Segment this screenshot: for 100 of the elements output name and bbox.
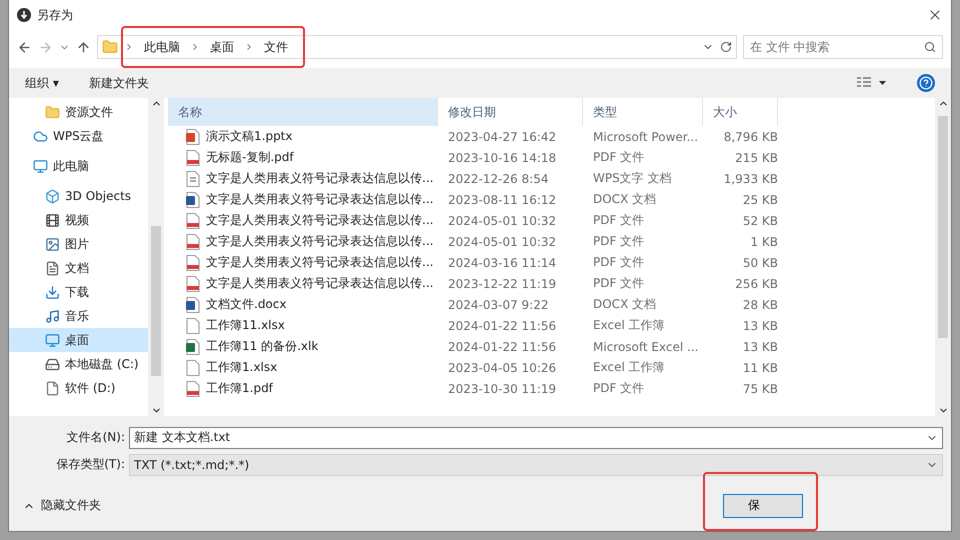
filename-field[interactable]: 新建 文本文档.txt: [129, 426, 943, 448]
document-file-icon: [186, 128, 200, 144]
date-cell-text: 2024-05-01 10:32: [447, 234, 558, 248]
type-cell-text: Excel 工作簿: [592, 317, 666, 334]
sidebar-item[interactable]: 桌面: [9, 328, 148, 352]
refresh-icon[interactable]: [720, 41, 732, 53]
pdf-file-icon: [186, 150, 200, 166]
pdf-file-icon: [186, 234, 200, 250]
type-cell-text: DOCX 文档: [592, 296, 658, 313]
save-button[interactable]: 保: [723, 494, 803, 518]
file-row[interactable]: 工作簿1.xlsx 2023-04-05 10:26 Excel 工作簿 11 KB: [168, 357, 935, 378]
sidebar-item[interactable]: 资源文件: [9, 100, 148, 124]
file-row[interactable]: 文字是人类用表义符号记录表达信息以传... 2024-05-01 10:32 PDF 文件 52 KB: [168, 210, 935, 231]
column-header[interactable]: 名称: [168, 98, 438, 126]
sidebar-item[interactable]: 音乐: [9, 304, 148, 328]
sidebar-item[interactable]: 本地磁盘 (C:): [9, 352, 148, 376]
size-cell-text: 1 KB: [749, 234, 778, 248]
pdf-file-icon: [186, 254, 200, 270]
date-cell-text: 2023-08-11 16:12: [447, 192, 558, 206]
app-icon: [17, 8, 31, 22]
type-cell-text: DOCX 文档: [592, 191, 658, 208]
file-icon: [45, 380, 60, 396]
document-file-icon: [186, 170, 200, 186]
date-cell-text: 2022-12-26 8:54: [447, 172, 550, 186]
folder-icon: [45, 104, 60, 120]
type-cell-text: PDF 文件: [592, 275, 646, 292]
pdf-file-icon: [186, 276, 200, 292]
file-name: 无标题-复制.pdf: [206, 149, 294, 166]
search-field[interactable]: 在 文件 中搜索: [743, 35, 943, 59]
sidebar-item[interactable]: 3D Objects: [9, 184, 148, 208]
file-row[interactable]: 无标题-复制.pdf 2023-10-16 14:18 PDF 文件 215 KB: [168, 147, 935, 168]
file-row[interactable]: 文档文件.docx 2024-03-07 9:22 DOCX 文档 28 KB: [168, 294, 935, 315]
size-cell-text: 215 KB: [734, 150, 778, 164]
file-name: 工作簿11 的备份.xlk: [206, 338, 318, 355]
file-name: 文字是人类用表义符号记录表达信息以传...: [206, 170, 434, 187]
address-bar[interactable]: 此电脑 桌面 文件: [97, 35, 737, 59]
cloud-icon: [33, 128, 48, 144]
film-icon: [45, 212, 60, 228]
sidebar-item[interactable]: 此电脑: [9, 154, 148, 178]
filetype-dropdown[interactable]: TXT (*.txt;*.md;*.*): [129, 454, 943, 476]
date-cell-text: 2024-03-16 11:14: [447, 256, 558, 270]
breadcrumb[interactable]: 此电脑: [140, 38, 184, 56]
type-cell-text: PDF 文件: [592, 254, 646, 271]
document-file-icon: [186, 338, 200, 354]
date-cell-text: 2024-01-22 11:56: [447, 318, 558, 332]
type-cell-text: PDF 文件: [592, 212, 646, 229]
sidebar-item[interactable]: 视频: [9, 208, 148, 232]
help-icon[interactable]: [917, 74, 935, 92]
file-name: 演示文稿1.pptx: [206, 128, 292, 145]
file-row[interactable]: 工作簿11 的备份.xlk 2024-01-22 11:56 Microsoft Excel ... 13 KB: [168, 336, 935, 357]
file-name: 文字是人类用表义符号记录表达信息以传...: [206, 212, 434, 229]
file-name: 文字是人类用表义符号记录表达信息以传...: [206, 233, 434, 250]
size-cell-text: 1,933 KB: [722, 172, 778, 186]
monitor-icon: [33, 158, 48, 174]
folder-icon: [102, 39, 118, 55]
sidebar-item[interactable]: WPS云盘: [9, 124, 148, 148]
up-icon[interactable]: [76, 40, 91, 54]
new-folder-button[interactable]: 新建文件夹: [88, 74, 149, 92]
sidebar-item[interactable]: 软件 (D:): [9, 376, 148, 400]
hide-folders-button[interactable]: 隐藏文件夹: [23, 497, 101, 514]
date-cell-text: 2023-04-05 10:26: [447, 360, 558, 374]
file-row[interactable]: 文字是人类用表义符号记录表达信息以传... 2023-08-11 16:12 DOCX 文档 25 KB: [168, 189, 935, 210]
date-cell-text: 2023-12-22 11:19: [447, 276, 558, 290]
file-row[interactable]: 工作簿1.pdf 2023-10-30 11:19 PDF 文件 75 KB: [168, 378, 935, 399]
size-cell-text: 28 KB: [742, 298, 778, 312]
music-note-icon: [45, 308, 60, 324]
breadcrumb[interactable]: 文件: [260, 38, 292, 56]
file-row[interactable]: 文字是人类用表义符号记录表达信息以传... 2024-05-01 10:32 PDF 文件 1 KB: [168, 231, 935, 252]
filetype-label: 保存类型(T):: [55, 456, 126, 473]
window-title: 另存为: [37, 6, 74, 24]
view-options-icon[interactable]: [857, 77, 887, 89]
size-cell-text: 256 KB: [734, 276, 778, 290]
size-cell-text: 13 KB: [742, 340, 778, 354]
size-cell-text: 75 KB: [742, 382, 778, 396]
breadcrumb[interactable]: 桌面: [206, 38, 238, 56]
organize-button[interactable]: 组织 ▾: [25, 74, 59, 92]
sidebar-item[interactable]: 文档: [9, 256, 148, 280]
filename-label: 文件名(N):: [66, 429, 126, 446]
type-cell-text: PDF 文件: [592, 149, 646, 166]
document-file-icon: [186, 192, 200, 208]
document-icon: [45, 260, 60, 276]
type-cell-text: Microsoft Power...: [592, 130, 700, 144]
file-row[interactable]: 文字是人类用表义符号记录表达信息以传... 2022-12-26 8:54 WPS文字 文档 1,933 KB: [168, 168, 935, 189]
search-icon[interactable]: [924, 41, 936, 53]
cube-icon: [45, 188, 60, 204]
type-cell-text: Excel 工作簿: [592, 359, 666, 376]
file-row[interactable]: 文字是人类用表义符号记录表达信息以传... 2023-12-22 11:19 PDF 文件 256 KB: [168, 273, 935, 294]
sidebar-item[interactable]: 图片: [9, 232, 148, 256]
sidebar-item[interactable]: 下载: [9, 280, 148, 304]
size-cell-text: 13 KB: [742, 318, 778, 332]
image-icon: [45, 236, 60, 252]
file-name: 文字是人类用表义符号记录表达信息以传...: [206, 191, 434, 208]
back-icon[interactable]: [17, 40, 32, 54]
file-name: 工作簿1.xlsx: [206, 359, 278, 376]
file-row[interactable]: 演示文稿1.pptx 2023-04-27 16:42 Microsoft Power... 8,796 KB: [168, 126, 935, 147]
type-cell-text: PDF 文件: [592, 233, 646, 250]
file-row[interactable]: 文字是人类用表义符号记录表达信息以传... 2024-03-16 11:14 PDF 文件 50 KB: [168, 252, 935, 273]
size-cell-text: 8,796 KB: [722, 130, 778, 144]
type-cell-text: WPS文字 文档: [592, 170, 673, 187]
file-row[interactable]: 工作簿11.xlsx 2024-01-22 11:56 Excel 工作簿 13 KB: [168, 315, 935, 336]
